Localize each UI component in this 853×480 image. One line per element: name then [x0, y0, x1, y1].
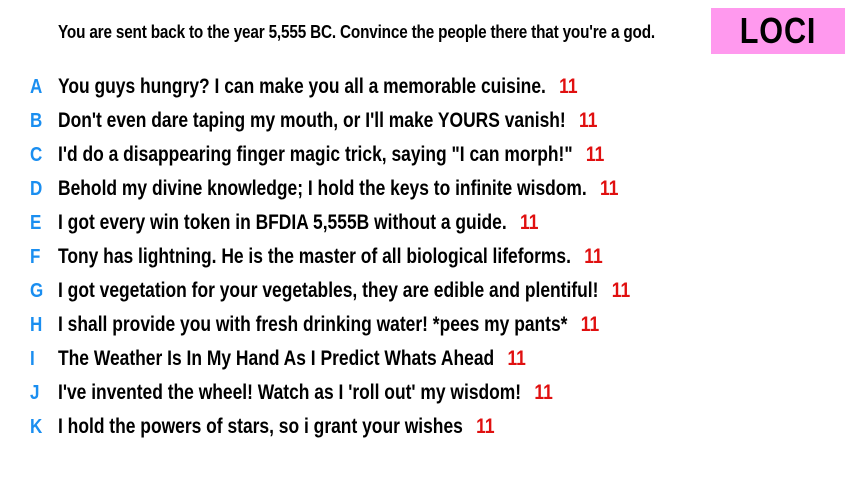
answer-letter: J	[30, 381, 40, 404]
answer-row-d: D Behold my divine knowledge; I hold the…	[0, 172, 853, 206]
answer-score: 11	[579, 109, 598, 132]
answer-row-a: A You guys hungry? I can make you all a …	[0, 70, 853, 104]
answer-letter: A	[30, 75, 43, 98]
answer-score: 11	[476, 415, 495, 438]
answer-score: 11	[585, 143, 605, 166]
player-name-label: LOCI	[739, 10, 817, 51]
answer-text: Don't even dare taping my mouth, or I'll…	[58, 109, 566, 132]
answer-text: You guys hungry? I can make you all a me…	[58, 75, 546, 98]
player-name-badge: LOCI	[711, 8, 845, 54]
answer-letter: F	[30, 245, 41, 268]
answer-text: I got vegetation for your vegetables, th…	[58, 279, 599, 302]
answer-letter: D	[30, 177, 43, 200]
answer-row-e: E I got every win token in BFDIA 5,555B …	[0, 206, 853, 240]
answer-text: Tony has lightning. He is the master of …	[58, 245, 571, 268]
answer-score: 11	[600, 177, 619, 200]
prompt-text: You are sent back to the year 5,555 BC. …	[58, 22, 655, 42]
answer-text: Behold my divine knowledge; I hold the k…	[58, 177, 587, 200]
answer-score: 11	[534, 381, 553, 404]
answer-letter: H	[30, 313, 43, 336]
answer-text: I'd do a disappearing finger magic trick…	[58, 143, 573, 166]
answer-row-g: G I got vegetation for your vegetables, …	[0, 274, 853, 308]
answer-letter: K	[30, 415, 43, 438]
answer-row-k: K I hold the powers of stars, so i grant…	[0, 410, 853, 444]
answer-row-j: J I've invented the wheel! Watch as I 'r…	[0, 376, 853, 410]
answer-score: 11	[507, 347, 526, 370]
answer-text: I've invented the wheel! Watch as I 'rol…	[58, 381, 522, 404]
answer-row-i: I The Weather Is In My Hand As I Predict…	[0, 342, 853, 376]
answer-list: A You guys hungry? I can make you all a …	[0, 70, 853, 444]
answer-letter: E	[30, 211, 42, 234]
answer-score: 11	[580, 313, 600, 336]
answer-score: 11	[611, 279, 631, 302]
answer-row-h: H I shall provide you with fresh drinkin…	[0, 308, 853, 342]
answer-letter: B	[30, 109, 43, 132]
answer-text: The Weather Is In My Hand As I Predict W…	[58, 347, 495, 370]
answer-row-f: F Tony has lightning. He is the master o…	[0, 240, 853, 274]
answer-text: I got every win token in BFDIA 5,555B wi…	[58, 211, 507, 234]
answer-score: 11	[559, 75, 578, 98]
answer-letter: I	[30, 347, 35, 370]
answer-row-c: C I'd do a disappearing finger magic tri…	[0, 138, 853, 172]
answer-score: 11	[584, 245, 603, 268]
answer-text: I hold the powers of stars, so i grant y…	[58, 415, 463, 438]
answer-row-b: B Don't even dare taping my mouth, or I'…	[0, 104, 853, 138]
answer-letter: G	[30, 279, 44, 302]
answer-letter: C	[30, 143, 43, 166]
answer-score: 11	[520, 211, 539, 234]
answer-text: I shall provide you with fresh drinking …	[58, 313, 568, 336]
